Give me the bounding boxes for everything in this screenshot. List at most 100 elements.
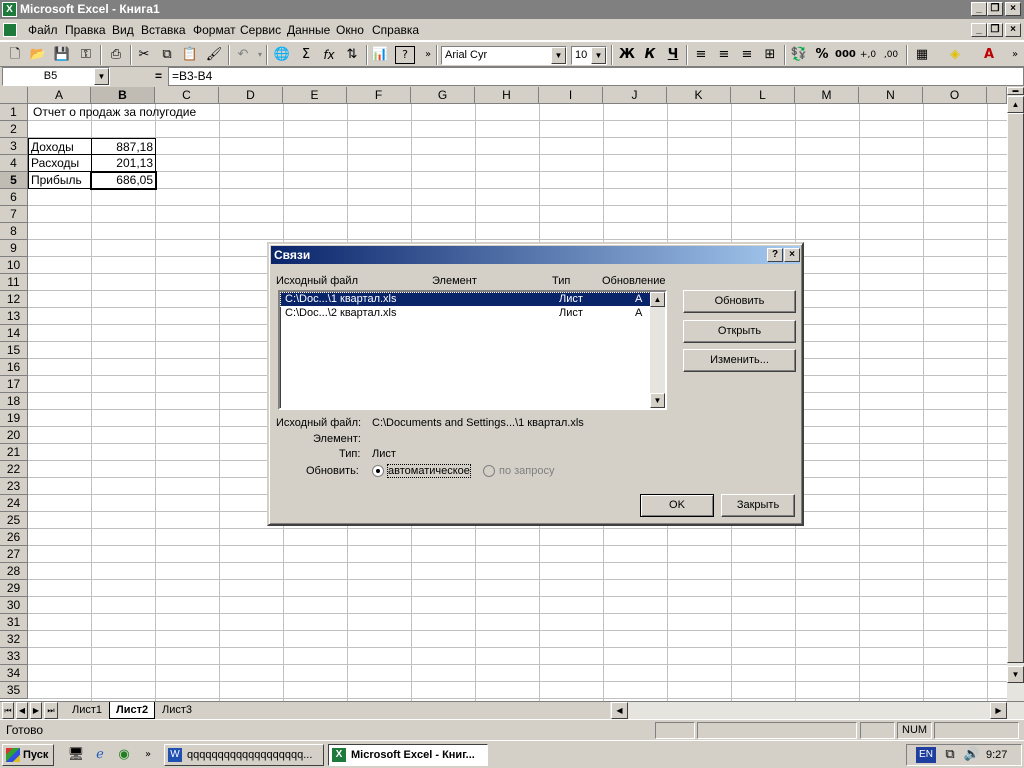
row-header[interactable]: 35	[0, 682, 28, 699]
next-sheet-icon[interactable]: ▶	[30, 702, 42, 719]
refresh-button[interactable]: Обновить	[683, 290, 796, 313]
select-all-corner[interactable]	[0, 87, 28, 104]
ok-button[interactable]: OK	[640, 494, 714, 517]
scroll-down-icon[interactable]: ▼	[1007, 666, 1024, 683]
cell-a5[interactable]: Прибыль	[28, 172, 92, 189]
vertical-scrollbar[interactable]: ▬ ▲ ▼	[1007, 87, 1024, 701]
taskbar-word-task[interactable]: W qqqqqqqqqqqqqqqqqqq...	[164, 744, 324, 766]
font-size-dropdown-icon[interactable]: ▼	[591, 47, 606, 64]
menu-edit[interactable]: Правка	[65, 23, 106, 37]
new-icon[interactable]: 🗋	[5, 46, 25, 64]
row-header[interactable]: 32	[0, 631, 28, 648]
language-indicator[interactable]: EN	[916, 747, 936, 763]
align-center-icon[interactable]: ≡	[714, 46, 734, 64]
permission-icon[interactable]: ⚿	[76, 46, 96, 64]
tray-network-icon[interactable]: ⧉	[940, 746, 960, 764]
scroll-left-icon[interactable]: ◀	[611, 702, 628, 719]
row-header[interactable]: 2	[0, 121, 28, 138]
start-button[interactable]: Пуск	[2, 744, 54, 766]
row-header[interactable]: 11	[0, 274, 28, 291]
formula-input[interactable]: =B3-B4	[168, 67, 1024, 86]
menu-help[interactable]: Справка	[372, 23, 419, 37]
row-header[interactable]: 17	[0, 376, 28, 393]
decrease-decimal-icon[interactable]: ,00	[881, 46, 901, 64]
manual-update-label[interactable]: по запросу	[499, 465, 554, 477]
row-header[interactable]: 5	[0, 172, 28, 189]
column-header[interactable]: K	[667, 87, 731, 104]
column-header[interactable]: N	[859, 87, 923, 104]
borders-icon[interactable]: ▦	[912, 46, 932, 64]
menu-window[interactable]: Окно	[336, 23, 364, 37]
column-header[interactable]: M	[795, 87, 859, 104]
row-header[interactable]: 34	[0, 665, 28, 682]
row-header[interactable]: 4	[0, 155, 28, 172]
sheet-tab-1[interactable]: Лист1	[66, 702, 109, 719]
quicklaunch-more-icon[interactable]: »	[138, 746, 158, 764]
column-header[interactable]: A	[28, 87, 91, 104]
scroll-thumb[interactable]	[1007, 113, 1024, 663]
list-scrollbar[interactable]: ▲ ▼	[650, 292, 665, 408]
column-header[interactable]: C	[155, 87, 219, 104]
align-right-icon[interactable]: ≡	[737, 46, 757, 64]
horizontal-scrollbar[interactable]	[610, 702, 1024, 719]
first-sheet-icon[interactable]: ⏮	[2, 702, 14, 719]
cell-a4[interactable]: Расходы	[28, 155, 92, 172]
row-header[interactable]: 14	[0, 325, 28, 342]
manual-update-radio[interactable]	[483, 465, 495, 477]
autosum-icon[interactable]: Σ	[296, 46, 316, 64]
insert-function-icon[interactable]: fx	[319, 46, 339, 64]
show-desktop-icon[interactable]: 🖥	[66, 746, 86, 764]
toolbar-options-icon[interactable]: »	[418, 46, 438, 64]
paste-icon[interactable]: 📋	[180, 46, 200, 64]
prev-sheet-icon[interactable]: ◀	[16, 702, 28, 719]
sheet-tab-2-active[interactable]: Лист2	[109, 702, 156, 719]
menu-format[interactable]: Формат	[193, 23, 236, 37]
close-window-button[interactable]: ×	[1005, 2, 1021, 16]
chart-wizard-icon[interactable]: 📊	[370, 46, 390, 64]
save-icon[interactable]: 💾	[52, 46, 72, 64]
row-header[interactable]: 3	[0, 138, 28, 155]
row-header[interactable]: 33	[0, 648, 28, 665]
auto-update-label[interactable]: автоматическое	[387, 464, 471, 478]
open-source-button[interactable]: Открыть	[683, 320, 796, 343]
currency-icon[interactable]: 💱	[789, 46, 809, 64]
row-header[interactable]: 29	[0, 580, 28, 597]
restore-button[interactable]: ❐	[987, 2, 1003, 16]
cell-a3[interactable]: Доходы	[28, 138, 92, 155]
split-box[interactable]: ▬	[1007, 87, 1024, 95]
copy-icon[interactable]: ⧉	[157, 46, 177, 64]
hyperlink-icon[interactable]: 🌐	[272, 46, 292, 64]
column-header[interactable]: H	[475, 87, 539, 104]
cell-b4[interactable]: 201,13	[91, 155, 156, 172]
cut-icon[interactable]: ✂	[134, 46, 154, 64]
name-box-dropdown-icon[interactable]: ▼	[94, 68, 109, 85]
change-source-button[interactable]: Изменить...	[683, 349, 796, 372]
row-header[interactable]: 31	[0, 614, 28, 631]
scroll-right-icon[interactable]: ▶	[990, 702, 1007, 719]
close-dialog-button[interactable]: Закрыть	[721, 494, 795, 517]
menu-tools[interactable]: Сервис	[240, 23, 281, 37]
bold-button[interactable]: Ж	[617, 46, 637, 64]
row-header[interactable]: 21	[0, 444, 28, 461]
sheet-tab-3[interactable]: Лист3	[156, 702, 199, 719]
menu-file[interactable]: Файл	[28, 23, 58, 37]
column-header[interactable]: D	[219, 87, 283, 104]
media-icon[interactable]: ◉	[114, 746, 134, 764]
scroll-up-icon[interactable]: ▲	[1007, 96, 1024, 113]
ie-icon[interactable]: ℯ	[90, 746, 110, 764]
sort-ascending-icon[interactable]: ⇅	[342, 46, 362, 64]
row-header[interactable]: 16	[0, 359, 28, 376]
row-header[interactable]: 20	[0, 427, 28, 444]
column-header[interactable]: J	[603, 87, 667, 104]
row-header[interactable]: 27	[0, 546, 28, 563]
increase-decimal-icon[interactable]: +,0	[858, 46, 878, 64]
link-row[interactable]: C:\Doc...\2 квартал.xls Лист A	[281, 307, 650, 320]
column-header-partial[interactable]	[987, 87, 1007, 104]
column-header[interactable]: E	[283, 87, 347, 104]
volume-icon[interactable]: 🔊	[962, 746, 982, 764]
row-header[interactable]: 8	[0, 223, 28, 240]
row-header[interactable]: 12	[0, 291, 28, 308]
column-header[interactable]: G	[411, 87, 475, 104]
list-scroll-up-icon[interactable]: ▲	[650, 292, 665, 307]
row-header[interactable]: 7	[0, 206, 28, 223]
